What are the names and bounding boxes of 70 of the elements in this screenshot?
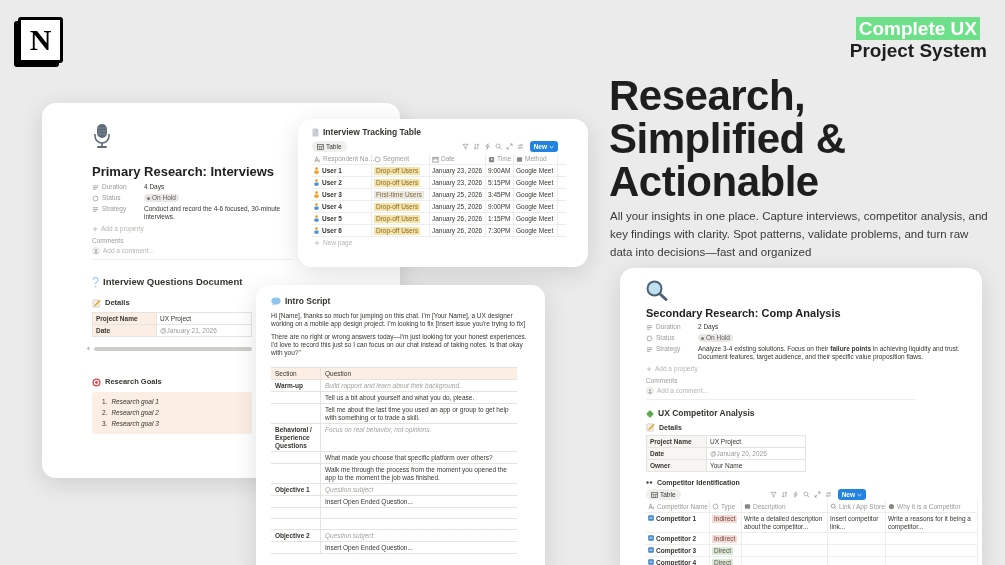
document-icon	[648, 534, 654, 541]
document-icon	[312, 128, 319, 137]
lines-icon	[92, 183, 99, 191]
search-icon[interactable]	[494, 143, 502, 150]
filter-icon[interactable]	[769, 491, 777, 498]
sort-icon[interactable]	[780, 491, 788, 498]
lightning-icon[interactable]	[483, 143, 491, 150]
select-icon	[712, 503, 719, 510]
person-icon	[314, 179, 319, 186]
headline: Research,	[609, 74, 806, 117]
brand-subtitle: Project System	[849, 40, 987, 61]
document-icon	[648, 514, 654, 521]
scrollbar[interactable]	[94, 346, 252, 351]
question-icon	[92, 276, 99, 288]
sort-icon[interactable]	[472, 143, 480, 150]
title-icon	[648, 503, 655, 510]
table-title: Interview Tracking Table	[323, 127, 422, 138]
clock-icon	[488, 155, 495, 163]
plus-icon	[92, 226, 98, 232]
person-icon	[314, 203, 319, 210]
document-icon	[648, 546, 654, 553]
eyes-icon	[646, 481, 653, 484]
person-icon	[314, 227, 319, 234]
settings-icon[interactable]	[516, 143, 524, 150]
person-icon	[314, 215, 319, 222]
info-icon	[888, 503, 895, 510]
target-icon	[92, 377, 101, 387]
page-title: Secondary Research: Comp Analysis	[646, 307, 841, 320]
table-icon	[651, 491, 658, 498]
section-heading: Interview Questions Document	[103, 276, 243, 288]
caret-icon	[857, 492, 862, 497]
scroll-arrow-icon[interactable]	[86, 346, 90, 351]
search-icon	[830, 503, 837, 510]
filter-icon[interactable]	[461, 143, 469, 150]
expand-icon[interactable]	[813, 491, 821, 498]
caret-icon	[549, 144, 554, 149]
person-icon	[314, 167, 319, 174]
lightning-icon[interactable]	[791, 491, 799, 498]
lines-icon	[646, 323, 653, 331]
circle-icon	[646, 334, 653, 342]
text-icon	[744, 503, 751, 510]
avatar-icon	[646, 387, 654, 395]
settings-icon[interactable]	[824, 491, 832, 498]
title-icon	[314, 155, 321, 163]
expand-icon[interactable]	[505, 143, 513, 150]
lines-icon	[646, 345, 653, 353]
memo-icon	[92, 298, 101, 308]
person-icon	[314, 191, 319, 198]
text-icon	[516, 155, 523, 163]
calendar-icon	[432, 155, 439, 163]
search-icon[interactable]	[802, 491, 810, 498]
brand-badge: Complete UX	[855, 17, 980, 40]
headline: Simplified &	[609, 117, 846, 160]
microphone-icon	[92, 123, 112, 149]
avatar-icon	[92, 247, 100, 255]
magnifier-icon	[646, 280, 668, 301]
table-icon	[317, 143, 324, 150]
section-heading: Intro Script	[285, 296, 331, 307]
circle-icon	[92, 194, 99, 202]
plus-icon	[314, 239, 320, 246]
page-title: Primary Research: Interviews	[92, 164, 275, 180]
select-icon	[374, 155, 381, 163]
memo-icon	[646, 423, 655, 432]
tagline: All your insights in one place. Capture interviews, competitor analysis, and key findings with clarity. Spot patterns, validate problems, and turn raw data into decisions—fast and organized	[610, 209, 989, 260]
lines-icon	[92, 205, 99, 213]
plus-icon	[646, 366, 652, 372]
section-heading: UX Competitor Analysis	[658, 408, 755, 419]
logo-letter: N	[29, 25, 52, 55]
speech-bubble-icon	[271, 297, 281, 306]
clover-icon	[646, 409, 654, 418]
